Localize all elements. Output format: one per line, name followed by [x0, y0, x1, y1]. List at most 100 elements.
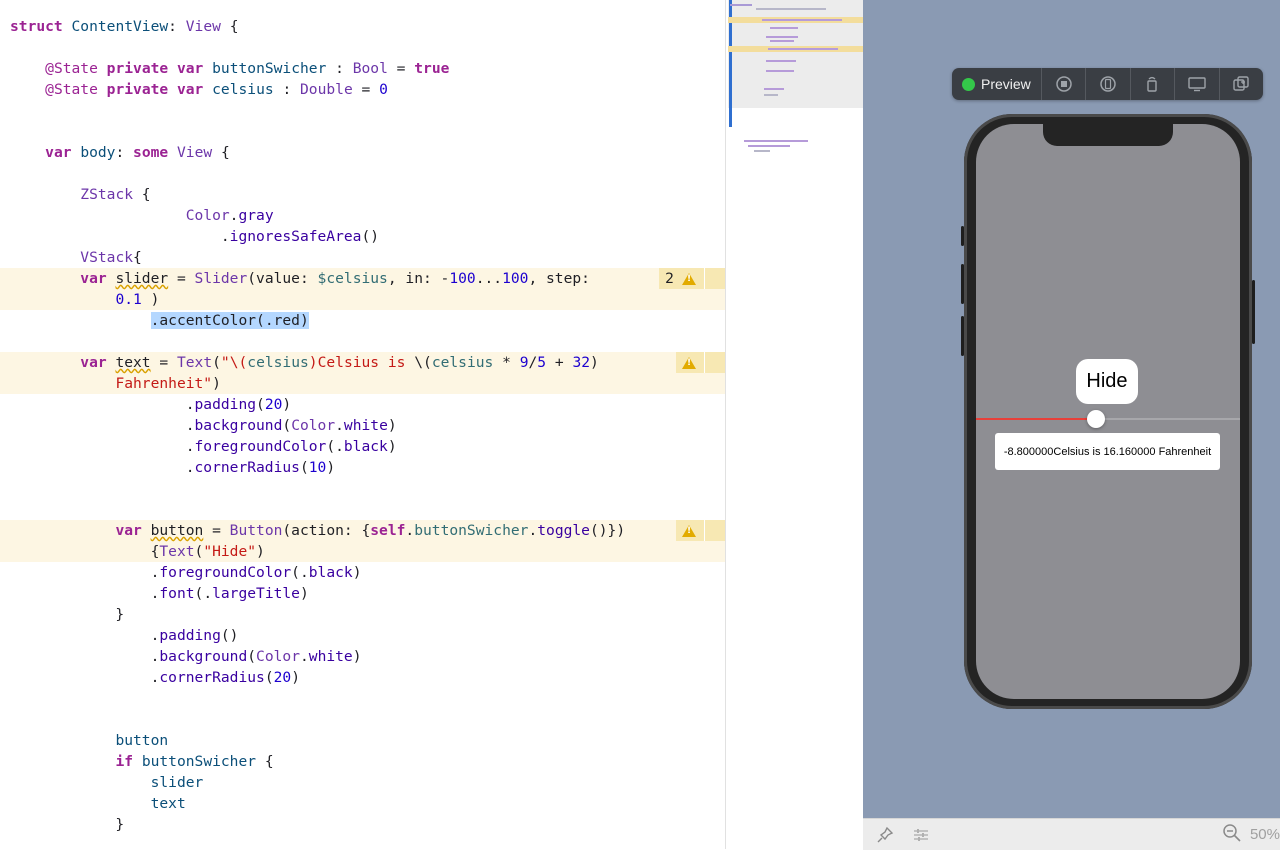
code-line[interactable]: Color.gray — [0, 205, 725, 226]
code-line[interactable]: .foregroundColor(.black) — [0, 562, 725, 583]
simulator-screen[interactable]: Hide -8.800000Celsius is 16.160000 Fahre… — [976, 124, 1240, 699]
code-line[interactable]: ​ — [0, 163, 725, 184]
preview-canvas[interactable]: Preview Hide -8.800000Celsius is 16.1600… — [863, 0, 1280, 850]
code-token: ()}) — [589, 522, 626, 539]
code-token: toggle — [537, 522, 590, 539]
code-line[interactable]: ZStack { — [0, 184, 725, 205]
code-line[interactable]: .ignoresSafeArea() — [0, 226, 725, 247]
duplicate-icon[interactable] — [1220, 68, 1263, 100]
code-token: . — [10, 438, 195, 455]
stop-icon[interactable] — [1042, 68, 1087, 100]
rotate-device-icon[interactable] — [1131, 68, 1176, 100]
code-line[interactable]: .background(Color.white) — [0, 415, 725, 436]
code-token: , step: — [528, 270, 590, 287]
code-token: , in: - — [387, 270, 450, 287]
code-line[interactable]: .cornerRadius(10) — [0, 457, 725, 478]
code-token: 100 — [449, 270, 476, 287]
code-line[interactable]: {Text("Hide") — [0, 541, 725, 562]
warning-annotation[interactable] — [676, 520, 725, 541]
code-token: ) — [291, 669, 300, 686]
code-token: { — [212, 144, 230, 161]
code-line[interactable]: if buttonSwicher { — [0, 751, 725, 772]
code-token: (. — [291, 564, 309, 581]
code-editor[interactable]: struct ContentView: View {​ @State priva… — [0, 0, 725, 849]
code-token: 20 — [264, 396, 283, 413]
code-line[interactable]: slider — [0, 772, 725, 793]
zoom-level[interactable]: 50% — [1250, 826, 1280, 843]
code-line[interactable]: .font(.largeTitle) — [0, 583, 725, 604]
code-line[interactable]: ​ — [0, 100, 725, 121]
code-line[interactable]: ​ — [0, 121, 725, 142]
hide-button[interactable]: Hide — [1076, 359, 1138, 404]
variants-icon[interactable] — [903, 826, 939, 844]
code-token: ) — [256, 543, 265, 560]
code-line[interactable]: 0.1 ) — [0, 289, 725, 310]
code-token: var — [80, 354, 107, 371]
code-token: Text — [159, 543, 195, 560]
code-token: View — [177, 144, 213, 161]
code-token: true — [414, 60, 450, 77]
code-line[interactable]: ​ — [0, 37, 725, 58]
code-token: buttonSwicher — [141, 753, 257, 770]
minimap[interactable] — [725, 0, 863, 849]
code-line[interactable]: @State private var celsius : Double = 0 — [0, 79, 725, 100]
code-line[interactable]: .accentColor(.red) — [0, 310, 725, 331]
code-token: white — [308, 648, 353, 665]
code-token: ) — [590, 354, 599, 371]
code-token: var — [80, 270, 107, 287]
code-line[interactable]: .padding() — [0, 625, 725, 646]
code-line[interactable]: Fahrenheit") — [0, 373, 725, 394]
code-line[interactable]: var button = Button(action: {self.button… — [0, 520, 725, 541]
code-token: VStack — [80, 249, 134, 266]
code-line[interactable]: var body: some View { — [0, 142, 725, 163]
code-token: * — [493, 354, 520, 371]
code-line[interactable]: ​ — [0, 478, 725, 499]
code-line[interactable]: .foregroundColor(.black) — [0, 436, 725, 457]
code-line[interactable]: ​ — [0, 709, 725, 730]
device-settings-icon[interactable] — [1086, 68, 1131, 100]
pin-icon[interactable] — [867, 826, 903, 844]
code-token: ( — [256, 396, 265, 413]
code-token: celsius — [247, 354, 309, 371]
code-line[interactable]: var slider = Slider(value: $celsius, in:… — [0, 268, 725, 289]
code-line[interactable]: .cornerRadius(20) — [0, 667, 725, 688]
code-line[interactable]: text — [0, 793, 725, 814]
warning-annotation[interactable]: 2 — [659, 268, 725, 289]
temperature-text: -8.800000Celsius is 16.160000 Fahrenheit — [995, 433, 1220, 470]
warning-annotation[interactable] — [676, 352, 725, 373]
display-icon[interactable] — [1175, 68, 1220, 100]
code-token: 0 — [379, 81, 388, 98]
code-line[interactable]: } — [0, 604, 725, 625]
zoom-out-icon[interactable] — [1222, 823, 1242, 847]
code-line[interactable]: button — [0, 730, 725, 751]
code-token: () — [361, 228, 380, 245]
code-line[interactable]: ​ — [0, 499, 725, 520]
code-line[interactable]: .background(Color.white) — [0, 646, 725, 667]
slider-thumb[interactable] — [1087, 410, 1105, 428]
code-token: largeTitle — [212, 585, 300, 602]
code-token: Color — [256, 648, 300, 665]
warning-count: 2 — [665, 270, 674, 287]
code-token: foregroundColor — [159, 564, 292, 581]
source-code[interactable]: struct ContentView: View {​ @State priva… — [0, 16, 725, 835]
code-line[interactable]: } — [0, 814, 725, 835]
code-line[interactable]: VStack{ — [0, 247, 725, 268]
code-line[interactable]: ​ — [0, 331, 725, 352]
code-token: ) — [352, 564, 362, 581]
code-token: 20 — [273, 669, 292, 686]
code-line[interactable]: .padding(20) — [0, 394, 725, 415]
code-line[interactable]: var text = Text("\(celsius)Celsius is \(… — [0, 352, 725, 373]
live-preview-button[interactable]: Preview — [952, 68, 1042, 100]
code-line[interactable]: struct ContentView: View { — [0, 16, 725, 37]
code-token: var — [176, 60, 204, 77]
code-line[interactable]: @State private var buttonSwicher : Bool … — [0, 58, 725, 79]
code-line[interactable]: ​ — [0, 688, 725, 709]
